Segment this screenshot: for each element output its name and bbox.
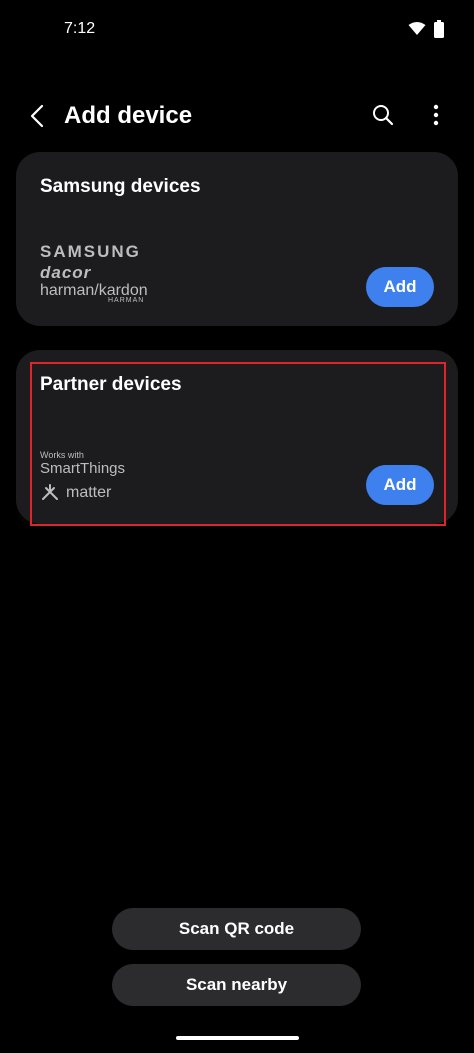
scan-qr-code-button[interactable]: Scan QR code (112, 908, 361, 950)
home-indicator[interactable] (176, 1036, 299, 1040)
samsung-logo: SAMSUNG (40, 242, 141, 261)
harman-logo: HARMAN (108, 297, 145, 304)
status-time: 7:12 (64, 20, 96, 37)
back-arrow-icon (30, 104, 44, 128)
battery-icon (434, 20, 444, 38)
matter-icon (42, 484, 58, 500)
partner-devices-title: Partner devices (40, 374, 182, 395)
app-bar: Add device (0, 90, 474, 144)
status-icons (408, 20, 444, 38)
partner-add-button[interactable]: Add (366, 465, 434, 505)
matter-logo: matter (40, 483, 111, 503)
smartthings-logo: SmartThings (40, 460, 126, 477)
samsung-devices-title: Samsung devices (40, 176, 201, 197)
samsung-add-button[interactable]: Add (366, 267, 434, 307)
search-icon (373, 105, 394, 126)
more-options-button[interactable] (422, 98, 450, 132)
back-button[interactable] (22, 96, 52, 136)
dacor-logo: dacor (40, 263, 92, 282)
page-title: Add device (64, 102, 193, 129)
search-button[interactable] (366, 98, 400, 132)
scan-nearby-button[interactable]: Scan nearby (112, 964, 361, 1006)
more-vertical-icon (433, 104, 439, 126)
matter-label: matter (66, 484, 112, 501)
samsung-devices-card[interactable]: Samsung devices SAMSUNG dacor harman/kar… (16, 152, 458, 326)
partner-devices-card[interactable]: Partner devices Works with SmartThings m… (16, 350, 458, 524)
works-with-label: Works with (40, 450, 84, 460)
status-bar: 7:12 (0, 0, 474, 60)
wifi-icon (408, 22, 426, 35)
